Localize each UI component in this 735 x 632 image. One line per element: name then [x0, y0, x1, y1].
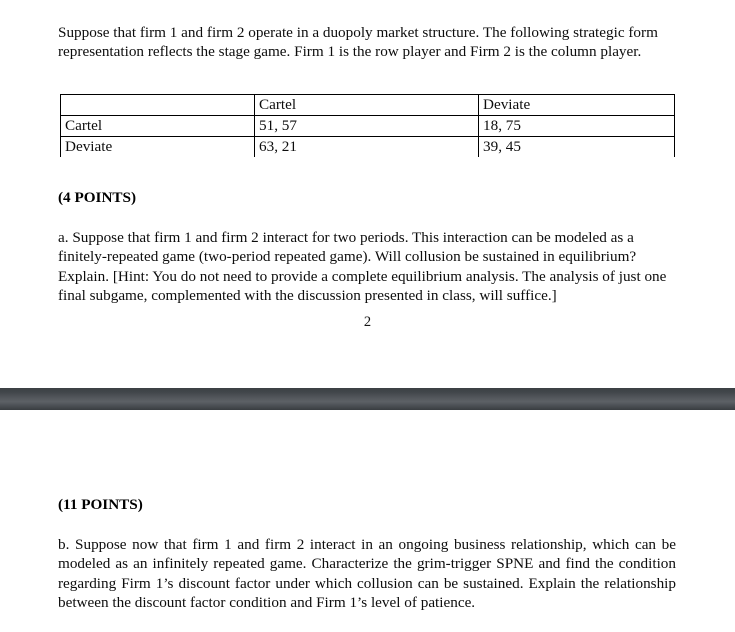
document-page-1: Suppose that firm 1 and firm 2 operate i… — [0, 0, 735, 388]
document-viewer: { "document": { "page_one": { "intro_par… — [0, 0, 735, 632]
row-header-cartel: Cartel — [60, 115, 255, 137]
column-header-deviate: Deviate — [478, 94, 675, 116]
payoff-cell-cartel-deviate: 18, 75 — [478, 115, 675, 137]
question-a-text: a. Suppose that firm 1 and firm 2 intera… — [58, 229, 667, 305]
intro-paragraph: Suppose that firm 1 and firm 2 operate i… — [58, 24, 658, 61]
page-separator-band — [0, 388, 735, 410]
points-label-question-b: (11 POINTS) — [58, 496, 143, 513]
payoff-cell-deviate-deviate: 39, 45 — [478, 136, 675, 157]
payoff-cell-deviate-cartel: 63, 21 — [254, 136, 479, 157]
question-b-text: b. Suppose now that firm 1 and firm 2 in… — [58, 536, 676, 612]
payoff-matrix-table: Cartel Deviate Cartel 51, 57 18, 75 Devi… — [60, 94, 675, 157]
document-page-2: (11 POINTS) b. Suppose now that firm 1 a… — [0, 410, 735, 632]
points-label-question-a: (4 POINTS) — [58, 189, 137, 206]
matrix-corner-cell — [60, 94, 255, 116]
payoff-cell-cartel-cartel: 51, 57 — [254, 115, 479, 137]
table-header-row: Cartel Deviate — [60, 94, 675, 116]
column-header-cartel: Cartel — [254, 94, 479, 116]
table-row: Deviate 63, 21 39, 45 — [60, 136, 675, 157]
table-row: Cartel 51, 57 18, 75 — [60, 115, 675, 137]
payoff-matrix-container: Cartel Deviate Cartel 51, 57 18, 75 Devi… — [60, 94, 675, 157]
row-header-deviate: Deviate — [60, 136, 255, 157]
page-number: 2 — [363, 314, 372, 330]
